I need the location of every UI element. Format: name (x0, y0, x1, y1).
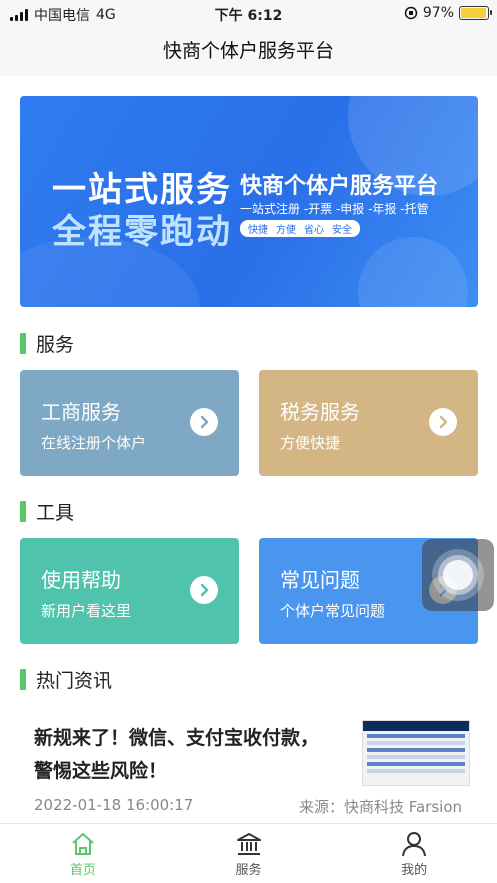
tab-profile[interactable]: 我的 (331, 824, 497, 883)
card-title: 使用帮助 (41, 568, 121, 592)
assistive-touch-ring (438, 555, 478, 595)
section-heading-label: 工具 (36, 502, 75, 524)
section-heading-news: 热门资讯 (20, 666, 112, 693)
battery-icon (459, 6, 492, 20)
news-thumbnail (362, 720, 470, 786)
section-accent-bar (20, 333, 26, 354)
tab-label: 服务 (235, 863, 262, 878)
section-heading-tools: 工具 (20, 498, 74, 525)
tab-label: 我的 (401, 863, 428, 878)
banner-tag: 安全 (332, 225, 352, 236)
tab-label: 首页 (69, 863, 96, 878)
news-headline: 新规来了！微信、支付宝收付款，警惕这些风险！ (34, 727, 320, 782)
news-item[interactable]: 新规来了！微信、支付宝收付款，警惕这些风险！ 2022-01-18 16:00:… (20, 712, 478, 822)
status-bar: 中国电信 4G 下午 6:12 97% (0, 0, 497, 28)
chevron-right-icon[interactable] (429, 408, 457, 436)
banner-slogan-line2: 全程零跑动 (52, 212, 232, 252)
assistive-touch-button[interactable] (422, 539, 494, 611)
banner-tag: 方便 (276, 225, 296, 236)
card-title: 常见问题 (280, 568, 360, 592)
section-heading-label: 服务 (36, 334, 75, 356)
orientation-lock-icon (404, 6, 418, 20)
news-date: 2022-01-18 16:00:17 (34, 796, 194, 814)
chevron-right-icon[interactable] (190, 576, 218, 604)
banner-title: 快商个体户服务平台 (240, 174, 439, 199)
card-desc: 新用户看这里 (41, 602, 132, 620)
battery-percent: 97% (422, 5, 454, 21)
news-source: 来源：快商科技 Farsion (298, 798, 462, 816)
card-title: 工商服务 (41, 400, 121, 424)
assistive-touch-core (443, 560, 473, 590)
section-heading-services: 服务 (20, 330, 74, 357)
bank-icon (236, 833, 261, 855)
banner-tag: 快捷 (248, 225, 268, 236)
promo-banner[interactable]: 一站式服务 全程零跑动 快商个体户服务平台 一站式注册 -开票 -申报 -年报 … (20, 96, 478, 307)
page-title: 快商个体户服务平台 (162, 40, 334, 62)
home-icon (72, 833, 94, 855)
person-icon (402, 832, 427, 857)
tab-bar: 首页 服务 我的 (0, 823, 497, 883)
nav-bar: 快商个体户服务平台 (0, 28, 497, 76)
status-right: 97% (404, 5, 492, 21)
card-desc: 个体户常见问题 (280, 602, 386, 620)
banner-tags: 快捷 方便 省心 安全 (240, 220, 360, 237)
section-accent-bar (20, 501, 26, 522)
tab-services[interactable]: 服务 (166, 824, 332, 883)
chevron-right-icon[interactable] (190, 408, 218, 436)
section-heading-label: 热门资讯 (36, 670, 113, 692)
assistive-touch-ring (432, 549, 484, 601)
section-accent-bar (20, 669, 26, 690)
banner-tag: 省心 (304, 225, 324, 236)
card-desc: 在线注册个体户 (41, 434, 147, 452)
business-service-card[interactable]: 工商服务 在线注册个体户 (20, 370, 239, 476)
help-card[interactable]: 使用帮助 新用户看这里 (20, 538, 239, 644)
tab-home[interactable]: 首页 (0, 824, 166, 883)
card-title: 税务服务 (280, 400, 360, 424)
tax-service-card[interactable]: 税务服务 方便快捷 (259, 370, 478, 476)
banner-decor-circle (358, 237, 468, 307)
card-desc: 方便快捷 (280, 434, 341, 452)
banner-subtitle: 一站式注册 -开票 -申报 -年报 -托管 (240, 202, 429, 216)
